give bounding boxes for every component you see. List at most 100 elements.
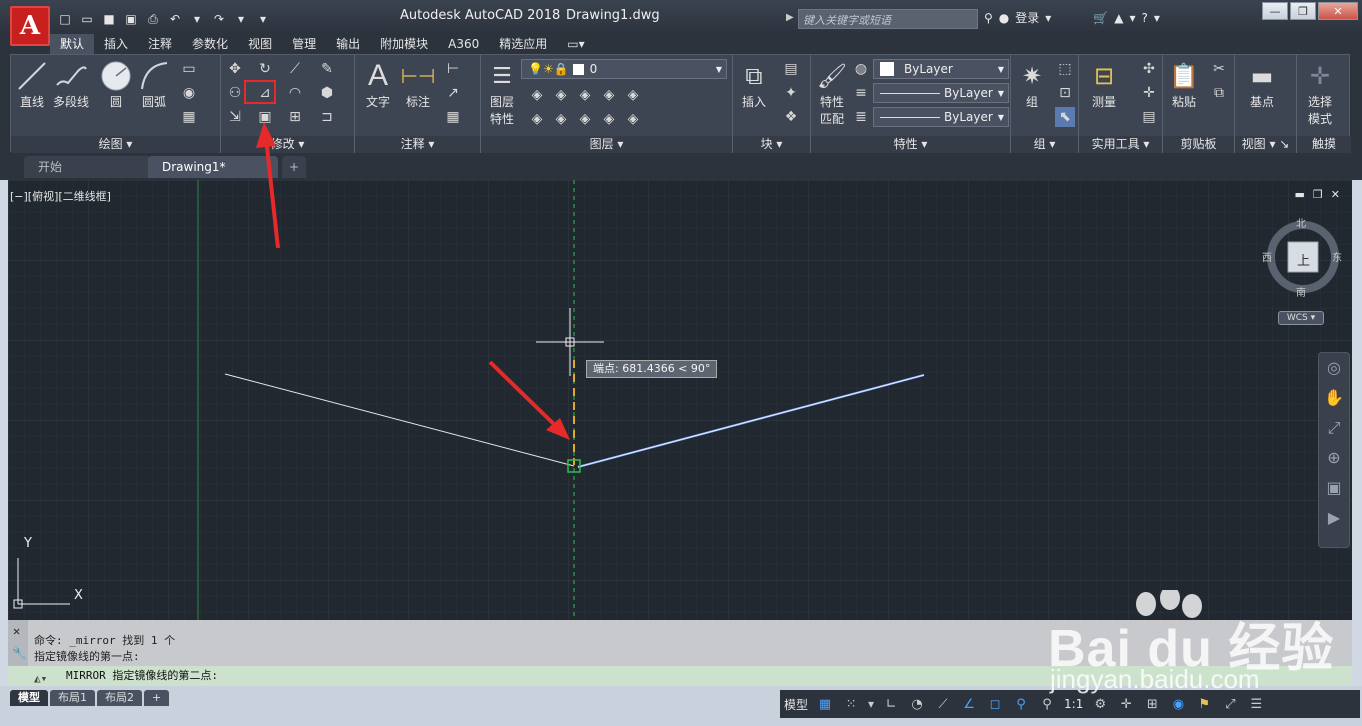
new-file-icon[interactable]: □	[56, 10, 74, 28]
quick-select-icon[interactable]: ✣	[1139, 59, 1159, 79]
redo-icon[interactable]: ↷	[210, 10, 228, 28]
block-attr-icon[interactable]: ❖	[781, 107, 801, 127]
save-icon[interactable]: ■	[100, 10, 118, 28]
calculator-icon[interactable]: ▤	[1139, 107, 1159, 127]
viewcube-south[interactable]: 南	[1296, 284, 1306, 299]
trim-icon[interactable]: ⟋	[285, 59, 305, 79]
group-edit-icon[interactable]: ⊡	[1055, 83, 1075, 103]
login-link[interactable]: 登录	[1015, 9, 1039, 26]
panel-groups-label[interactable]: 组 ▾	[1011, 136, 1078, 153]
rectangle-icon[interactable]: ▭	[179, 59, 199, 79]
linetype-dropdown[interactable]: ByLayer ▼	[873, 83, 1009, 103]
print-icon[interactable]: ⎙	[144, 10, 162, 28]
zoom-extents-icon[interactable]: ⤢	[1319, 413, 1349, 443]
annotation-visibility-icon[interactable]: ⚲	[1012, 695, 1030, 713]
snap-dropdown-icon[interactable]: ▾	[868, 697, 874, 711]
move-icon[interactable]: ✥	[225, 59, 245, 79]
tab-start[interactable]: 开始	[24, 156, 152, 178]
help-icon[interactable]: ?	[1142, 11, 1148, 25]
redo-dropdown-icon[interactable]: ▾	[232, 10, 250, 28]
rotate-icon[interactable]: ↻	[255, 59, 275, 79]
cart-icon[interactable]: 🛒	[1093, 11, 1108, 25]
isodraft-icon[interactable]: ⟋	[934, 695, 952, 713]
viewport-close-icon[interactable]: ✕	[1331, 188, 1340, 201]
add-layout-button[interactable]: +	[144, 690, 170, 706]
application-menu-button[interactable]: A	[10, 6, 50, 46]
panel-draw-label[interactable]: 绘图 ▾	[11, 136, 220, 153]
stretch-icon[interactable]: ⇲	[225, 107, 245, 127]
tab-featured[interactable]: 精选应用	[489, 34, 557, 54]
insert-tool[interactable]: ⧉ 插入	[737, 59, 771, 110]
tab-layout1[interactable]: 布局1	[50, 690, 95, 706]
snap-icon[interactable]: ⁙	[842, 695, 860, 713]
orbit-icon[interactable]: ⊕	[1319, 443, 1349, 473]
viewport-restore-icon[interactable]: ❐	[1313, 188, 1323, 201]
table-icon[interactable]: ▦	[443, 107, 463, 127]
circle-tool[interactable]: 圆	[99, 59, 133, 110]
layer-tool-7-icon[interactable]: ◈	[551, 109, 571, 129]
viewcube-north[interactable]: 北	[1296, 215, 1306, 230]
steering-wheel-icon[interactable]: ◎	[1319, 353, 1349, 383]
tab-layout2[interactable]: 布局2	[97, 690, 142, 706]
help-dropdown-icon[interactable]: ▾	[1154, 11, 1160, 25]
customize-qat-icon[interactable]: ▾	[254, 10, 272, 28]
dimension-tool[interactable]: ⊢⊣ 标注	[401, 59, 436, 110]
panel-utilities-label[interactable]: 实用工具 ▾	[1079, 136, 1162, 153]
layer-tool-2-icon[interactable]: ◈	[551, 85, 571, 105]
command-close-icon[interactable]: ✕	[13, 624, 20, 638]
login-dropdown-icon[interactable]: ▾	[1045, 11, 1051, 25]
command-customize-icon[interactable]: 🔧	[12, 646, 27, 660]
tab-annotate[interactable]: 注释	[138, 34, 182, 54]
hatch-icon[interactable]: ◉	[179, 83, 199, 103]
tab-model[interactable]: 模型	[10, 690, 48, 706]
layer-tool-5-icon[interactable]: ◈	[623, 85, 643, 105]
user-icon[interactable]: ●	[999, 11, 1009, 25]
paste-tool[interactable]: 📋 粘贴	[1167, 59, 1201, 110]
copy-icon[interactable]: ⚇	[225, 83, 245, 103]
search-expand-icon[interactable]: ▶	[786, 12, 794, 23]
measure-tool[interactable]: ⊟ 测量	[1087, 59, 1121, 110]
pan-icon[interactable]: ✋	[1319, 383, 1349, 413]
fillet-icon[interactable]: ◠	[285, 83, 305, 103]
layer-tool-3-icon[interactable]: ◈	[575, 85, 595, 105]
group-tool[interactable]: ✷ 组	[1015, 59, 1049, 110]
tab-output[interactable]: 输出	[326, 34, 370, 54]
tab-view[interactable]: 视图	[238, 34, 282, 54]
tab-a360[interactable]: A360	[438, 34, 489, 54]
layer-tool-10-icon[interactable]: ◈	[623, 109, 643, 129]
object-snap-icon[interactable]: ◻	[986, 695, 1004, 713]
tab-default[interactable]: 默认	[50, 34, 95, 54]
create-block-icon[interactable]: ▤	[781, 59, 801, 79]
select-mode-tool[interactable]: ✛ 选择 模式	[1303, 59, 1337, 127]
save-as-icon[interactable]: ▣	[122, 10, 140, 28]
panel-layers-label[interactable]: 图层 ▾	[481, 136, 732, 153]
tab-parametric[interactable]: 参数化	[182, 34, 238, 54]
tab-addins[interactable]: 附加模块	[370, 34, 438, 54]
undo-icon[interactable]: ↶	[166, 10, 184, 28]
layer-tool-6-icon[interactable]: ◈	[527, 109, 547, 129]
grid-icon[interactable]: ▦	[816, 695, 834, 713]
polyline-tool[interactable]: 多段线	[53, 59, 89, 110]
undo-dropdown-icon[interactable]: ▾	[188, 10, 206, 28]
layer-properties-tool[interactable]: ☰ 图层 特性	[485, 59, 519, 127]
a360-dropdown-icon[interactable]: ▾	[1130, 11, 1136, 25]
a360-icon[interactable]: ▲	[1114, 11, 1123, 25]
binoculars-icon[interactable]: ⚲	[984, 11, 993, 25]
viewcube-east[interactable]: 东	[1332, 249, 1342, 264]
leader-icon[interactable]: ↗	[443, 83, 463, 103]
explode-icon[interactable]: ⬢	[317, 83, 337, 103]
arc-tool[interactable]: 圆弧	[137, 59, 171, 110]
panel-properties-label[interactable]: 特性 ▾	[811, 136, 1010, 153]
object-snap-tracking-icon[interactable]: ∠	[960, 695, 978, 713]
panel-annotation-label[interactable]: 注释 ▾	[355, 136, 480, 153]
ortho-icon[interactable]: ∟	[882, 695, 900, 713]
layer-tool-4-icon[interactable]: ◈	[599, 85, 619, 105]
tab-manage[interactable]: 管理	[282, 34, 326, 54]
drawing-canvas[interactable]: Y X [−][俯视][二维线框] ▬ ❐ ✕ 端点: 681.4366 < 9…	[8, 180, 1352, 620]
edit-block-icon[interactable]: ✦	[781, 83, 801, 103]
base-view-tool[interactable]: ▬ 基点	[1245, 59, 1279, 110]
viewport-controls-label[interactable]: [−][俯视][二维线框]	[10, 188, 111, 204]
match-properties-tool[interactable]: 🖌 特性 匹配	[815, 59, 849, 127]
color-dropdown[interactable]: ByLayer ▼	[873, 59, 1009, 79]
panel-view-label[interactable]: 视图 ▾ ↘	[1235, 136, 1296, 153]
